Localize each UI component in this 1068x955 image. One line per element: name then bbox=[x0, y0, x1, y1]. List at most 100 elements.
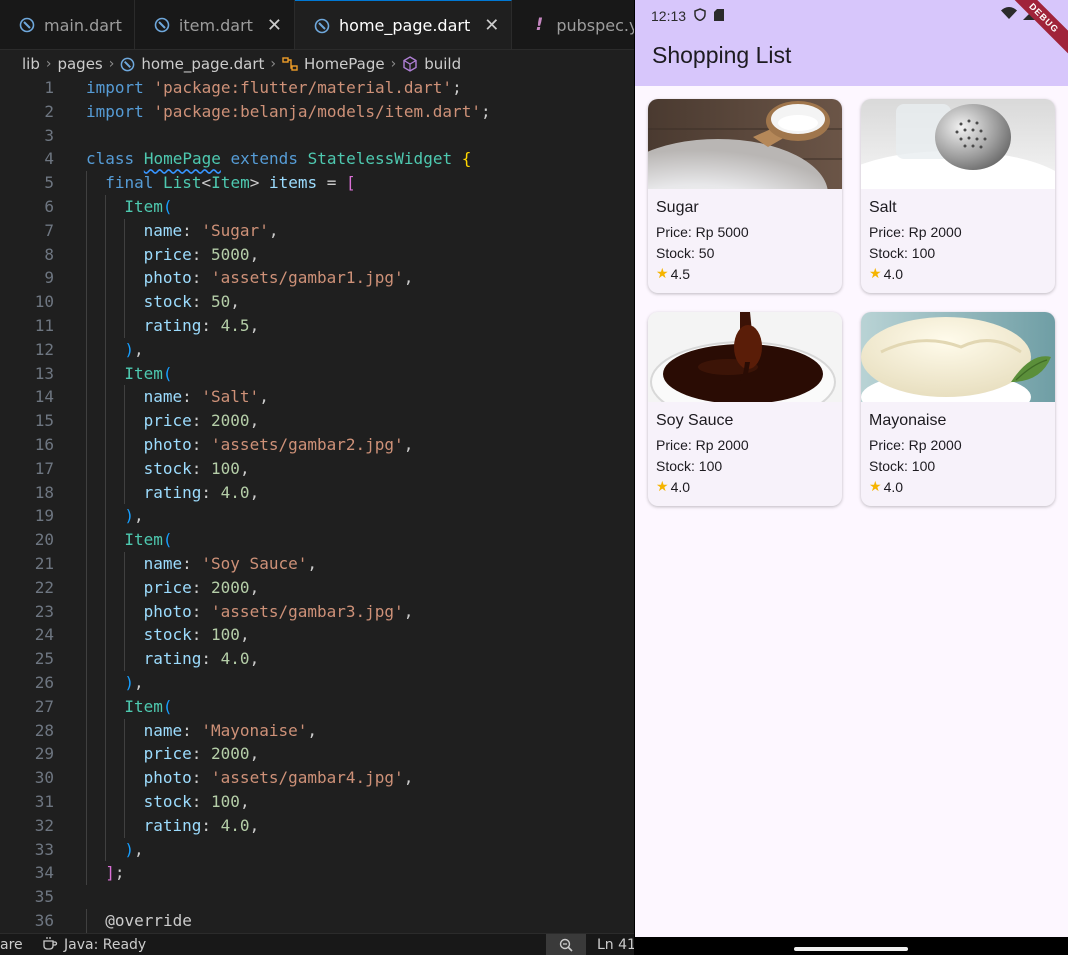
code-token: : bbox=[191, 244, 212, 264]
code-token: import bbox=[86, 78, 144, 97]
coffee-icon bbox=[42, 936, 58, 954]
code-line[interactable]: 2 import 'package:belanja/models/item.dar… bbox=[0, 100, 634, 124]
code-line[interactable]: 12), bbox=[0, 337, 634, 362]
code-line[interactable]: 27 Item( bbox=[0, 694, 634, 719]
code-token: price bbox=[143, 411, 192, 431]
code-token: : bbox=[182, 553, 202, 573]
breadcrumb-item[interactable]: pages bbox=[57, 55, 102, 73]
code-line[interactable]: 17 stock: 100, bbox=[0, 456, 634, 481]
code-line[interactable]: 16 photo: 'assets/gambar2.jpg', bbox=[0, 432, 634, 457]
code-line[interactable]: 32 rating: 4.0, bbox=[0, 813, 634, 838]
code-line[interactable]: 8 price: 5000, bbox=[0, 242, 634, 267]
code-line[interactable]: 25 rating: 4.0, bbox=[0, 647, 634, 671]
code-token: 4.0 bbox=[220, 482, 250, 502]
code-line[interactable]: 20 Item( bbox=[0, 528, 634, 552]
tab-pubspec-yaml[interactable]: ! pubspec.yaml bbox=[512, 0, 634, 49]
code-line[interactable]: 4 class HomePage extends StatelessWidget … bbox=[0, 147, 634, 171]
indent-guide bbox=[105, 837, 106, 862]
code-token: rating bbox=[143, 482, 202, 502]
zoom-icon[interactable] bbox=[546, 934, 586, 955]
code-token: ) bbox=[124, 839, 135, 859]
indent-guide bbox=[86, 242, 87, 267]
line-number: 17 bbox=[34, 458, 54, 478]
status-item[interactable]: are bbox=[0, 934, 23, 955]
code-token: : bbox=[182, 720, 202, 740]
close-icon[interactable]: ✕ bbox=[267, 15, 282, 36]
code-line[interactable]: 14 name: 'Salt', bbox=[0, 385, 634, 410]
code-line[interactable]: 26), bbox=[0, 670, 634, 695]
code-token: stock bbox=[143, 791, 192, 811]
code-token: 'Sugar' bbox=[201, 220, 269, 240]
indent-guide bbox=[105, 599, 106, 624]
code-token: ( bbox=[162, 196, 173, 216]
code-line[interactable]: 10 stock: 50, bbox=[0, 290, 634, 314]
indent-guide bbox=[86, 266, 87, 291]
code-token: 100 bbox=[211, 791, 240, 811]
code-token: : bbox=[191, 292, 212, 312]
breadcrumb-item[interactable]: HomePage bbox=[304, 55, 385, 73]
code-text: price: 2000, bbox=[144, 409, 260, 433]
code-area[interactable]: 1 import 'package:flutter/material.dart';… bbox=[0, 76, 634, 933]
indent-guide bbox=[86, 456, 87, 481]
code-line[interactable]: 23 photo: 'assets/gambar3.jpg', bbox=[0, 599, 634, 624]
home-gesture-handle[interactable] bbox=[794, 947, 908, 951]
tab-main-dart[interactable]: main.dart bbox=[0, 0, 135, 49]
code-line[interactable]: 34]; bbox=[0, 861, 634, 886]
soy-sauce-photo bbox=[648, 312, 842, 402]
code-line[interactable]: 28 name: 'Mayonaise', bbox=[0, 718, 634, 743]
code-line[interactable]: 29 price: 2000, bbox=[0, 742, 634, 767]
code-line[interactable]: 19), bbox=[0, 504, 634, 529]
line-number: 34 bbox=[34, 863, 54, 883]
code-line[interactable]: 1 import 'package:flutter/material.dart'; bbox=[0, 76, 634, 100]
indent-guide bbox=[105, 694, 106, 719]
code-line[interactable]: 31 stock: 100, bbox=[0, 789, 634, 814]
code-editor: main.dart item.dart ✕ home_page.dart ✕ !… bbox=[0, 0, 634, 955]
line-number: 6 bbox=[44, 196, 54, 216]
tab-item-dart[interactable]: item.dart ✕ bbox=[135, 0, 296, 49]
item-card-salt[interactable]: Salt Price: Rp 2000 Stock: 100 ★ 4.0 bbox=[861, 99, 1055, 293]
code-line[interactable]: 5 final List<Item> items = [ bbox=[0, 171, 634, 195]
code-line[interactable]: 22 price: 2000, bbox=[0, 575, 634, 600]
cursor-position[interactable]: Ln 41 bbox=[597, 934, 634, 955]
close-icon[interactable]: ✕ bbox=[484, 15, 499, 36]
class-symbol-icon bbox=[282, 56, 298, 72]
code-line[interactable]: 13 Item( bbox=[0, 361, 634, 386]
breadcrumb-item[interactable]: home_page.dart bbox=[141, 55, 264, 73]
code-token: 50 bbox=[211, 292, 231, 312]
line-number: 13 bbox=[34, 363, 54, 383]
code-token: name bbox=[143, 553, 183, 573]
code-token: photo bbox=[143, 601, 192, 621]
code-line[interactable]: 35 bbox=[0, 885, 634, 909]
code-token: 'Mayonaise' bbox=[201, 720, 308, 740]
indent-guide bbox=[86, 813, 87, 838]
code-line[interactable]: 6 Item( bbox=[0, 194, 634, 219]
code-line[interactable]: 9 photo: 'assets/gambar1.jpg', bbox=[0, 266, 634, 291]
status-java[interactable]: Java: Ready bbox=[42, 934, 146, 955]
indent-guide bbox=[105, 551, 106, 576]
code-line[interactable]: 36 @override bbox=[0, 908, 634, 933]
item-card-soy-sauce[interactable]: Soy Sauce Price: Rp 2000 Stock: 100 ★ 4.… bbox=[648, 312, 842, 506]
code-line[interactable]: 18 rating: 4.0, bbox=[0, 480, 634, 505]
code-line[interactable]: 24 stock: 100, bbox=[0, 623, 634, 648]
item-card-sugar[interactable]: Sugar Price: Rp 5000 Stock: 50 ★ 4.5 bbox=[648, 99, 842, 293]
breadcrumb-item[interactable]: lib bbox=[22, 55, 40, 73]
code-token: , bbox=[403, 601, 414, 621]
code-line[interactable]: 11 rating: 4.5, bbox=[0, 313, 634, 338]
indent-guide bbox=[86, 861, 87, 886]
code-token: { bbox=[461, 149, 472, 169]
item-card-mayonaise[interactable]: Mayonaise Price: Rp 2000 Stock: 100 ★ 4.… bbox=[861, 312, 1055, 506]
code-line[interactable]: 7 name: 'Sugar', bbox=[0, 218, 634, 243]
code-token: price bbox=[143, 244, 192, 264]
indent-guide bbox=[105, 670, 106, 695]
tab-home-page-dart[interactable]: home_page.dart ✕ bbox=[295, 0, 513, 49]
indent-guide bbox=[86, 385, 87, 410]
code-line[interactable]: 33), bbox=[0, 837, 634, 862]
chevron-right-icon: › bbox=[108, 56, 115, 72]
code-line[interactable]: 15 price: 2000, bbox=[0, 409, 634, 433]
line-number: 9 bbox=[44, 268, 54, 288]
code-line[interactable]: 3 bbox=[0, 124, 634, 148]
line-number: 22 bbox=[34, 577, 54, 597]
code-line[interactable]: 30 photo: 'assets/gambar4.jpg', bbox=[0, 766, 634, 790]
code-line[interactable]: 21 name: 'Soy Sauce', bbox=[0, 551, 634, 576]
breadcrumb-item[interactable]: build bbox=[424, 55, 461, 73]
